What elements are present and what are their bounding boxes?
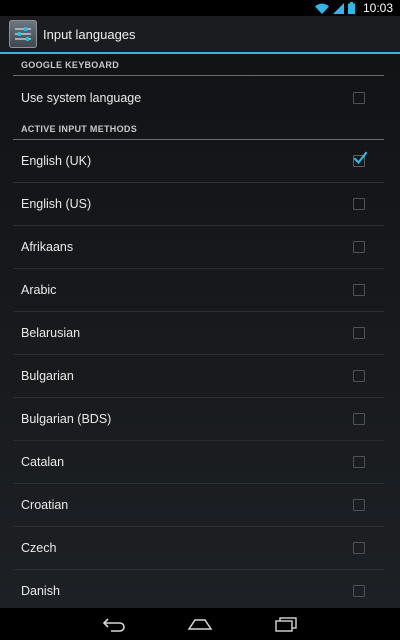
list-item-bulgarian-bds[interactable]: Bulgarian (BDS) [13, 398, 384, 441]
clock: 10:03 [362, 1, 393, 15]
list-item-bulgarian[interactable]: Bulgarian [13, 355, 384, 398]
list-item-label: Bulgarian (BDS) [21, 412, 112, 426]
checkbox-english-us[interactable] [353, 198, 365, 210]
list-item-label: English (UK) [21, 154, 92, 168]
list-item-use-system-language[interactable]: Use system language [13, 76, 384, 119]
battery-icon [347, 2, 355, 14]
back-button[interactable] [96, 613, 132, 635]
list-item-label: Czech [21, 541, 57, 555]
home-icon [187, 619, 213, 630]
recent-apps-button[interactable] [268, 613, 304, 635]
list-item-label: Bulgarian [21, 369, 74, 383]
action-bar: Input languages [0, 16, 400, 54]
list-item-label: Afrikaans [21, 240, 74, 254]
checkbox-afrikaans[interactable] [353, 241, 365, 253]
checkbox-catalan[interactable] [353, 456, 365, 468]
signal-icon [332, 2, 344, 14]
status-bar: 10:03 [0, 0, 400, 16]
checkbox-czech[interactable] [353, 542, 365, 554]
wifi-icon [314, 3, 329, 14]
list-item-label: Danish [21, 584, 60, 598]
checkbox-bulgarian-bds[interactable] [353, 413, 365, 425]
section-header-google-keyboard: GOOGLE KEYBOARD [13, 55, 384, 76]
list-item-label: Catalan [21, 455, 65, 469]
home-button[interactable] [182, 613, 218, 635]
list-item-danish[interactable]: Danish [13, 570, 384, 608]
list-item-catalan[interactable]: Catalan [13, 441, 384, 484]
page-title: Input languages [43, 26, 136, 42]
checkbox-english-uk[interactable] [353, 151, 367, 167]
back-icon [102, 618, 125, 632]
settings-list[interactable]: GOOGLE KEYBOARD Use system language ACTI… [0, 54, 400, 608]
checkbox-arabic[interactable] [353, 284, 365, 296]
checkbox-belarusian[interactable] [353, 327, 365, 339]
list-item-label: Belarusian [21, 326, 81, 340]
list-item-english-us[interactable]: English (US) [13, 183, 384, 226]
list-item-label: Croatian [21, 498, 69, 512]
list-item-arabic[interactable]: Arabic [13, 269, 384, 312]
navigation-bar [0, 608, 400, 640]
list-item-english-uk[interactable]: English (UK) [13, 140, 384, 183]
list-item-belarusian[interactable]: Belarusian [13, 312, 384, 355]
check-icon [353, 151, 367, 165]
list-item-croatian[interactable]: Croatian [13, 484, 384, 527]
checkbox-croatian[interactable] [353, 499, 365, 511]
checkbox-use-system-language[interactable] [353, 91, 365, 104]
list-item-label: Use system language [21, 90, 142, 105]
list-item-czech[interactable]: Czech [13, 527, 384, 570]
checkbox-bulgarian[interactable] [353, 370, 365, 382]
list-item-afrikaans[interactable]: Afrikaans [13, 226, 384, 269]
list-item-label: Arabic [21, 283, 57, 297]
checkbox-danish[interactable] [353, 585, 365, 597]
list-item-label: English (US) [21, 197, 92, 211]
settings-sliders-icon[interactable] [9, 20, 37, 48]
recent-apps-icon [275, 617, 297, 632]
section-header-active-input-methods: ACTIVE INPUT METHODS [13, 119, 384, 140]
